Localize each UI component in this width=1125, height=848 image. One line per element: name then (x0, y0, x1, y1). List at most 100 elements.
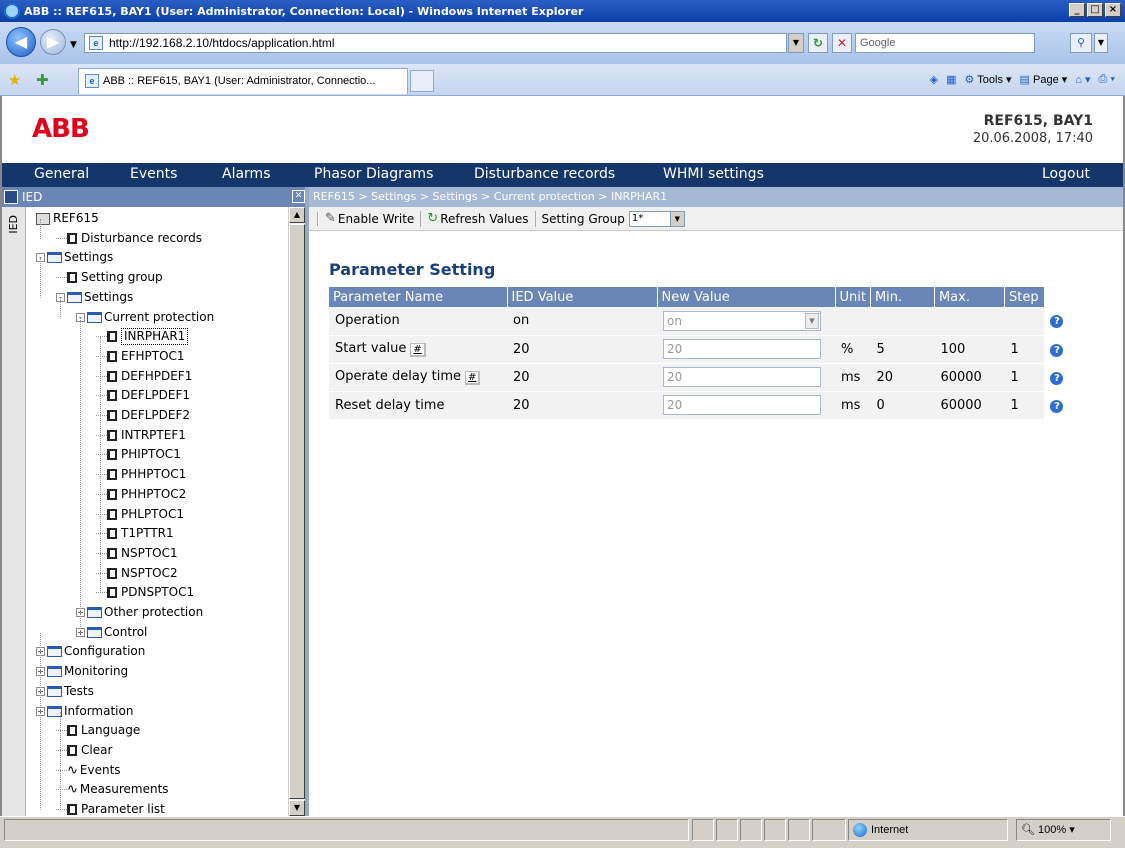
help-icon[interactable]: ? (1050, 315, 1064, 329)
tree-node[interactable]: PHLPTOC1 (96, 505, 184, 524)
refresh-icon[interactable]: ↻ (808, 33, 828, 53)
back-button[interactable]: ◀ (6, 27, 36, 57)
tree-node[interactable]: + Information (36, 702, 133, 721)
help-icon[interactable]: ? (1050, 343, 1064, 357)
new-value-select[interactable]: on ▼ (663, 310, 821, 331)
new-value-text: 20 (667, 398, 683, 412)
tree-guide (40, 219, 41, 239)
side-tab-ied[interactable]: IED (2, 207, 26, 816)
browser-tab[interactable]: e ABB :: REF615, BAY1 (User: Administrat… (78, 68, 408, 94)
search-input[interactable]: Google (855, 33, 1035, 53)
search-icon[interactable]: ⚲ (1070, 33, 1092, 53)
scroll-thumb[interactable] (289, 224, 305, 799)
forward-button[interactable]: ▶ (40, 29, 66, 55)
new-value-input[interactable]: 20 (663, 395, 821, 415)
tree-node[interactable]: PHIPTOC1 (96, 445, 181, 464)
parameter-name: Operation (335, 313, 400, 329)
tree-node[interactable]: + Control (76, 623, 147, 642)
tree-node[interactable]: Clear (56, 741, 112, 760)
tree-node[interactable]: - Settings (36, 248, 113, 267)
tree-node[interactable]: DEFLPDEF2 (96, 406, 190, 425)
menu-alarms[interactable]: Alarms (222, 166, 271, 182)
tree-node[interactable]: DEFLPDEF1 (96, 386, 190, 405)
tree-node[interactable]: REF615 (36, 209, 99, 228)
tree-node[interactable]: NSPTOC1 (96, 544, 178, 563)
tree-node[interactable]: PHHPTOC1 (96, 465, 186, 484)
stop-icon[interactable]: ✕ (832, 33, 852, 53)
history-dropdown-icon[interactable]: ▼ (70, 40, 77, 50)
refresh-values-button[interactable]: ↻ Refresh Values (427, 211, 528, 226)
function-block-icon (107, 390, 117, 402)
tree-node-label: PDNSPTOC1 (121, 585, 195, 600)
new-value-input[interactable]: 20 (663, 367, 821, 387)
tree-node[interactable]: T1PTTR1 (96, 524, 174, 543)
feeds-icon[interactable]: ▦ (946, 73, 956, 86)
tree-node[interactable]: ∿ Events (56, 761, 121, 780)
menu-disturbance-records[interactable]: Disturbance records (474, 166, 615, 182)
parameter-note-icon[interactable]: # (465, 371, 481, 385)
close-pane-icon[interactable]: ✕ (292, 190, 305, 203)
tree-node[interactable]: + Monitoring (36, 662, 128, 681)
scroll-up-icon[interactable]: ▲ (289, 207, 305, 223)
new-value-cell: on ▼ (657, 307, 835, 336)
tree-node[interactable]: DEFHPDEF1 (96, 367, 192, 386)
enable-write-button[interactable]: ✎ Enable Write (325, 211, 414, 226)
tree-node[interactable]: PDNSPTOC1 (96, 583, 194, 602)
add-favorites-icon[interactable]: ✚ (36, 71, 49, 89)
tree-node-label: Monitoring (64, 664, 129, 679)
menu-whmi-settings[interactable]: WHMI settings (663, 166, 764, 182)
favorites-star-icon[interactable]: ★ (8, 71, 21, 89)
tree-node[interactable]: - Current protection (76, 308, 214, 327)
page-menu[interactable]: ▤ Page ▾ (1020, 73, 1068, 86)
status-cell (788, 819, 810, 841)
setting-group-select[interactable]: 1* ▼ (628, 210, 685, 227)
tree-scrollbar[interactable]: ▲ ▼ (288, 207, 305, 816)
tree-node[interactable]: Setting group (56, 268, 163, 287)
tree-node[interactable]: Parameter list (56, 800, 165, 816)
tree-node[interactable]: INRPHAR1 (96, 327, 189, 346)
tree-node[interactable]: PHHPTOC2 (96, 485, 186, 504)
rss-icon[interactable]: ◈ (930, 73, 938, 86)
new-value-text: 20 (667, 342, 683, 356)
help-icon[interactable]: ? (1050, 399, 1064, 413)
maximize-button[interactable]: □ (1087, 3, 1103, 17)
pane-splitter[interactable] (305, 187, 309, 816)
menu-logout[interactable]: Logout (1042, 166, 1090, 182)
tree-node[interactable]: ∿ Measurements (56, 780, 169, 799)
print-icon[interactable]: ⎙ ▾ (1099, 73, 1115, 86)
close-window-button[interactable]: × (1105, 3, 1121, 17)
tree-node[interactable]: Language (56, 721, 140, 740)
tree-node[interactable]: EFHPTOC1 (96, 347, 185, 366)
new-value-cell: 20 (657, 391, 835, 420)
search-options-icon[interactable]: ▼ (1094, 33, 1108, 53)
home-icon[interactable]: ⌂ ▾ (1075, 73, 1090, 86)
parameter-note-icon[interactable]: # (410, 343, 426, 357)
tree-node[interactable]: INTRPTEF1 (96, 426, 186, 445)
menu-general[interactable]: General (34, 166, 89, 182)
new-value-cell: 20 (657, 335, 835, 364)
tree-node[interactable]: - Settings (56, 288, 133, 307)
menu-events[interactable]: Events (130, 166, 177, 182)
scroll-down-icon[interactable]: ▼ (289, 800, 305, 816)
tree-node[interactable]: + Other protection (76, 603, 203, 622)
tree-node-label: DEFLPDEF2 (121, 408, 191, 422)
help-icon[interactable]: ? (1050, 371, 1064, 385)
url-dropdown-icon[interactable]: ▼ (788, 33, 804, 53)
tree-guide (80, 317, 81, 633)
security-zone[interactable]: Internet (848, 819, 1008, 841)
menu-phasor-diagrams[interactable]: Phasor Diagrams (314, 166, 433, 182)
tree-node[interactable]: + Tests (36, 682, 94, 701)
tree-node[interactable]: Disturbance records (56, 229, 202, 248)
tree-node[interactable]: NSPTOC2 (96, 564, 178, 583)
new-tab-button[interactable] (410, 70, 434, 92)
enable-write-label: Enable Write (337, 211, 415, 226)
zoom-control[interactable]: 🔍︎ 100% ▾ (1016, 819, 1111, 841)
tree-node[interactable]: + Configuration (36, 642, 145, 661)
parameter-name: Operate delay time (335, 369, 462, 384)
breadcrumb: REF615 > Settings > Settings > Current p… (309, 187, 1123, 207)
waveform-icon: ∿ (67, 782, 78, 798)
new-value-input[interactable]: 20 (663, 339, 821, 359)
tools-menu[interactable]: ⚙ Tools ▾ (965, 73, 1012, 86)
minimize-button[interactable]: _ (1069, 3, 1085, 17)
url-input[interactable]: e http://192.168.2.10/htdocs/application… (84, 33, 787, 53)
